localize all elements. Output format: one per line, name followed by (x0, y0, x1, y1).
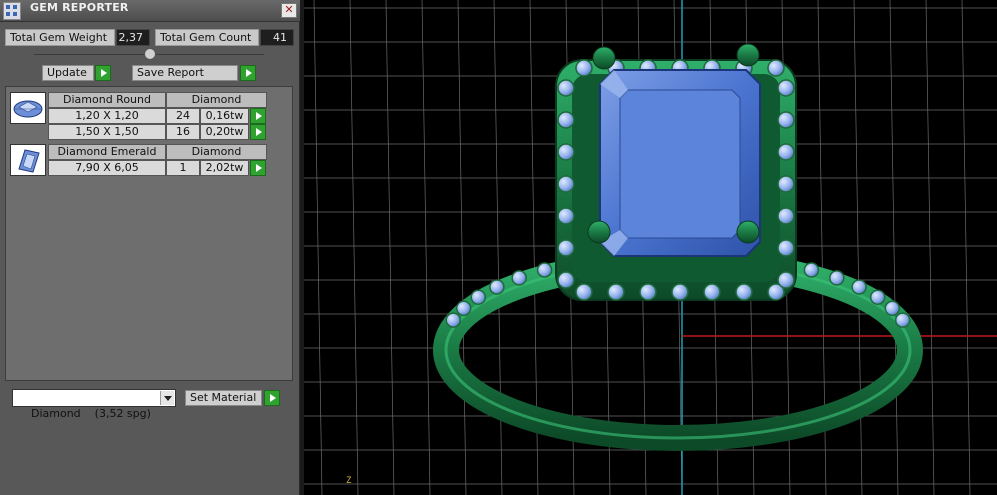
panel-divider-slider-knob[interactable] (144, 48, 156, 60)
set-material-button[interactable]: Set Material (185, 390, 262, 406)
pave-stone (575, 59, 593, 77)
gem-count-cell: 16 (166, 124, 200, 140)
prong (736, 220, 760, 244)
pave-stone (536, 262, 553, 278)
gem-shape-cell: Diamond Round (48, 92, 166, 108)
round-gem-icon (10, 92, 46, 124)
window-title: GEM REPORTER (30, 1, 129, 14)
update-button[interactable]: Update (42, 65, 94, 81)
grid-line (889, 0, 899, 495)
pave-stone (735, 283, 753, 301)
pave-stone (557, 111, 575, 129)
pave-stone (777, 271, 795, 289)
pave-stone (803, 262, 820, 278)
pave-stone (575, 283, 593, 301)
gem-weight-cell: 2,02tw (200, 160, 249, 176)
grid-line (349, 0, 359, 495)
grid-line (457, 0, 467, 495)
pave-stone (829, 270, 845, 286)
save-report-button[interactable]: Save Report (132, 65, 238, 81)
gem-shape-cell: Diamond Emerald (48, 144, 166, 160)
pave-stone (869, 289, 886, 305)
gem-weight-cell: 0,16tw (200, 108, 249, 124)
chevron-down-icon[interactable] (160, 391, 174, 405)
pave-stone (851, 279, 867, 295)
pave-stone (607, 283, 625, 301)
3d-scene: Z (304, 0, 997, 495)
pave-stone (777, 143, 795, 161)
center-stone-table (619, 89, 741, 239)
pave-stone (639, 283, 657, 301)
pave-stone (703, 283, 721, 301)
pave-stone (557, 143, 575, 161)
pave-stone (557, 239, 575, 257)
pave-stone (557, 79, 575, 97)
3d-viewport[interactable]: Z (304, 0, 997, 495)
material-dropdown-value: Diamond (3,52 spg) (31, 407, 151, 420)
pave-stone (777, 111, 795, 129)
prong (592, 46, 616, 70)
gem-list: Diamond Round Diamond 1,20 X 1,20 24 0,1… (5, 86, 293, 381)
select-gem-row-icon[interactable] (250, 124, 266, 140)
gem-size-cell: 1,20 X 1,20 (48, 108, 166, 124)
gem-material-cell: Diamond (166, 144, 267, 160)
grid-line (385, 0, 395, 495)
pave-stone (489, 279, 505, 295)
axis-indicator-label: Z (346, 476, 352, 486)
pave-stone (455, 300, 472, 317)
grid-line (313, 0, 323, 495)
pave-stone (777, 239, 795, 257)
select-gem-row-icon[interactable] (250, 108, 266, 124)
save-report-go-icon[interactable] (240, 65, 256, 81)
pave-stone (777, 79, 795, 97)
grid-line (925, 0, 935, 495)
gem-weight-cell: 0,20tw (200, 124, 249, 140)
gem-material-cell: Diamond (166, 92, 267, 108)
pave-stone (445, 312, 462, 328)
select-gem-row-icon[interactable] (250, 160, 266, 176)
material-dropdown[interactable]: Diamond (3,52 spg) (12, 389, 176, 420)
pave-stone (557, 207, 575, 225)
grid-line (421, 0, 431, 495)
gem-size-cell: 1,50 X 1,50 (48, 124, 166, 140)
gem-count-cell: 1 (166, 160, 200, 176)
gem-size-cell: 7,90 X 6,05 (48, 160, 166, 176)
gem-reporter-app-icon (3, 2, 21, 20)
total-gem-count-label: Total Gem Count (155, 29, 259, 46)
total-gem-weight-label: Total Gem Weight (5, 29, 115, 46)
title-bar[interactable]: GEM REPORTER ✕ (0, 0, 300, 22)
pave-stone (777, 207, 795, 225)
pave-stone (470, 289, 487, 305)
update-go-icon[interactable] (95, 65, 111, 81)
pave-stone (557, 175, 575, 193)
prong (587, 220, 611, 244)
set-material-go-icon[interactable] (264, 390, 280, 406)
prong (736, 43, 760, 67)
total-gem-count-value: 41 (260, 29, 294, 46)
pave-stone (671, 283, 689, 301)
total-gem-weight-value: 2,37 (116, 29, 150, 46)
grid-line (961, 0, 971, 495)
pave-stone (894, 312, 911, 328)
pave-stone (767, 59, 785, 77)
pave-stone (511, 270, 527, 286)
pave-stone (557, 271, 575, 289)
gem-reporter-panel: GEM REPORTER ✕ Total Gem Weight 2,37 Tot… (0, 0, 300, 495)
pave-stone (884, 300, 901, 317)
emerald-cut-gem-icon (10, 144, 46, 176)
gem-count-cell: 24 (166, 108, 200, 124)
close-button[interactable]: ✕ (281, 3, 297, 18)
pave-stone (777, 175, 795, 193)
